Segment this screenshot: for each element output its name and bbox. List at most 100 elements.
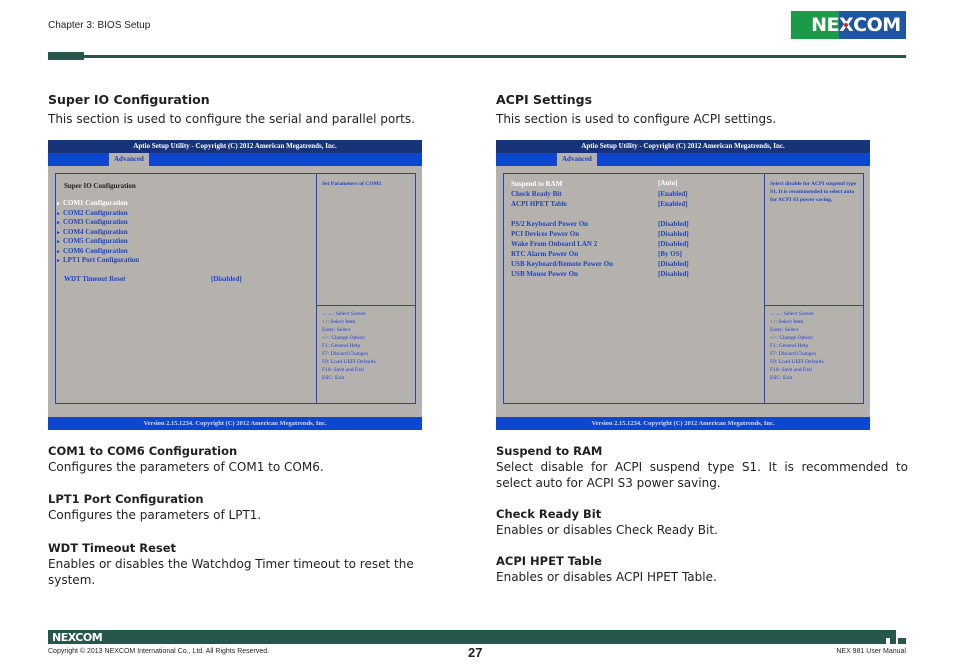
bios-menu-item[interactable]: ► COM6 Configuration xyxy=(56,247,128,255)
bios-setting-label[interactable]: Check Ready Bit xyxy=(511,190,562,198)
bios-menu-item[interactable]: ► COM1 Configuration xyxy=(56,199,128,207)
nexcom-logo: NE XCOM xyxy=(791,11,906,39)
chapter-label: Chapter 3: BIOS Setup xyxy=(48,20,151,31)
key-hint: Enter: Select xyxy=(322,327,351,333)
submenu-arrow-icon: ► xyxy=(56,231,61,236)
bios-menu-bar: Advanced xyxy=(496,153,870,166)
description-wdt: WDT Timeout Reset Enables or disables th… xyxy=(48,541,460,588)
key-hint: →←: Select Screen xyxy=(322,311,366,317)
key-hint: →←: Select Screen xyxy=(770,311,814,317)
bios-setting-value[interactable]: [By OS] xyxy=(658,250,682,258)
bios-setting-label[interactable]: WDT Timeout Reset xyxy=(64,275,125,283)
key-hint: F7: Discard Changes xyxy=(770,351,817,357)
bios-setting-value[interactable]: [Disabled] xyxy=(211,275,242,283)
bios-setting-label[interactable]: USB Mouse Power On xyxy=(511,270,578,278)
description-heading: Suspend to RAM xyxy=(496,444,603,458)
tab-advanced[interactable]: Advanced xyxy=(109,153,149,166)
bios-title-bar: Aptio Setup Utility - Copyright (C) 2012… xyxy=(496,140,870,153)
description-text: Select disable for ACPI suspend type S1.… xyxy=(496,460,908,490)
key-hint: F7: Discard Changes xyxy=(322,351,369,357)
bios-help-panel: Set Parameters of COM1 →←: Select Screen… xyxy=(316,173,416,404)
bios-help-text: Select disable for ACPI suspend type S1.… xyxy=(765,174,863,306)
key-hint: +/-: Change Option xyxy=(770,335,813,341)
bios-setting-value[interactable]: [Disabled] xyxy=(658,220,689,228)
footer-copyright: Copyright © 2013 NEXCOM International Co… xyxy=(48,648,270,655)
bios-setting-label[interactable]: USB Keyboard/Remote Power On xyxy=(511,260,613,268)
description-heading: LPT1 Port Configuration xyxy=(48,492,204,506)
bios-setting-label[interactable]: Wake From Onboard LAN 2 xyxy=(511,240,597,248)
bios-menu-item[interactable]: ► COM3 Configuration xyxy=(56,218,128,226)
bios-main-panel: Suspend to RAM [Auto] Check Ready Bit [E… xyxy=(503,173,765,404)
bios-setting-label[interactable]: Suspend to RAM xyxy=(511,180,562,188)
logo-red-dot xyxy=(844,23,848,27)
bios-screen-acpi: Aptio Setup Utility - Copyright (C) 2012… xyxy=(496,140,870,430)
key-hint: ESC: Exit xyxy=(322,375,345,381)
bios-setting-value[interactable]: [Disabled] xyxy=(658,240,689,248)
section-description: This section is used to configure ACPI s… xyxy=(496,112,777,126)
acpi-section: ACPI Settings This section is used to co… xyxy=(496,92,908,130)
footer-bar xyxy=(48,630,886,644)
bios-setting-label[interactable]: RTC Alarm Power On xyxy=(511,250,578,258)
bios-setting-value[interactable]: [Disabled] xyxy=(658,270,689,278)
description-heading: ACPI HPET Table xyxy=(496,554,602,568)
bios-setting-label[interactable]: PCI Devices Power On xyxy=(511,230,579,238)
bios-menu-bar: Advanced xyxy=(48,153,422,166)
logo-com: XCOM xyxy=(839,11,906,39)
header-block xyxy=(48,52,84,60)
bios-key-legend: →←: Select Screen ↑↓: Select Item Enter:… xyxy=(317,306,415,386)
logo-com-text: COM xyxy=(853,14,901,36)
key-hint: F1: General Help xyxy=(770,343,809,349)
bios-menu-item[interactable]: ► COM5 Configuration xyxy=(56,237,128,245)
bios-setting-value[interactable]: [Disabled] xyxy=(658,230,689,238)
logo-ne: NE xyxy=(791,11,840,39)
key-hint: F1: General Help xyxy=(322,343,361,349)
bios-menu-item[interactable]: ► COM2 Configuration xyxy=(56,209,128,217)
bios-setting-value[interactable]: [Auto] xyxy=(658,179,677,187)
description-acpi-hpet: ACPI HPET Table Enables or disables ACPI… xyxy=(496,554,908,585)
bios-setting-value[interactable]: [Enabled] xyxy=(658,190,688,198)
submenu-arrow-icon: ► xyxy=(56,240,61,245)
section-title: Super IO Configuration xyxy=(48,92,210,107)
bios-setting-value[interactable]: [Disabled] xyxy=(658,260,689,268)
section-description: This section is used to configure the se… xyxy=(48,112,415,126)
manual-title: NEX 981 User Manual xyxy=(836,648,906,655)
page-number: 27 xyxy=(468,645,483,660)
footer-square-decoration xyxy=(890,638,896,644)
submenu-arrow-icon: ► xyxy=(56,212,61,217)
bios-menu-item[interactable]: ► COM4 Configuration xyxy=(56,228,128,236)
submenu-arrow-icon: ► xyxy=(56,259,61,264)
tab-advanced[interactable]: Advanced xyxy=(557,153,597,166)
key-hint: ↑↓: Select Item xyxy=(322,319,356,325)
bios-setting-label[interactable]: PS/2 Keyboard Power On xyxy=(511,220,588,228)
header-rule xyxy=(48,55,906,58)
bios-screen-super-io: Aptio Setup Utility - Copyright (C) 2012… xyxy=(48,140,422,430)
key-hint: F9: Load UEFI Defaults xyxy=(322,359,376,365)
key-hint: ESC: Exit xyxy=(770,375,793,381)
bios-menu-item[interactable]: ► LPT1 Port Configuration xyxy=(56,256,139,264)
description-heading: Check Ready Bit xyxy=(496,507,602,521)
bios-screen-title: Super IO Configuration xyxy=(64,182,136,190)
description-lpt1: LPT1 Port Configuration Configures the p… xyxy=(48,492,460,523)
submenu-arrow-icon: ► xyxy=(56,202,61,207)
description-check-ready-bit: Check Ready Bit Enables or disables Chec… xyxy=(496,507,908,538)
footer-square-decoration xyxy=(898,638,906,644)
bios-footer-bar: Version 2.15.1234. Copyright (C) 2012 Am… xyxy=(496,417,870,430)
bios-footer-bar: Version 2.15.1234. Copyright (C) 2012 Am… xyxy=(48,417,422,430)
bios-help-panel: Select disable for ACPI suspend type S1.… xyxy=(764,173,864,404)
bios-main-panel: Super IO Configuration ► COM1 Configurati… xyxy=(55,173,317,404)
bios-setting-value[interactable]: [Enabled] xyxy=(658,200,688,208)
description-text: Enables or disables the Watchdog Timer t… xyxy=(48,557,414,587)
bios-setting-label[interactable]: ACPI HPET Table xyxy=(511,200,567,208)
key-hint: F10: Save and Exit xyxy=(770,367,813,373)
key-hint: F9: Load UEFI Defaults xyxy=(770,359,824,365)
bios-key-legend: →←: Select Screen ↑↓: Select Item Enter:… xyxy=(765,306,863,386)
submenu-arrow-icon: ► xyxy=(56,250,61,255)
super-io-section: Super IO Configuration This section is u… xyxy=(48,92,460,130)
description-suspend-to-ram: Suspend to RAM Select disable for ACPI s… xyxy=(496,444,908,491)
description-com1-com6: COM1 to COM6 Configuration Configures th… xyxy=(48,444,460,475)
bios-help-text: Set Parameters of COM1 xyxy=(317,174,415,306)
description-text: Configures the parameters of COM1 to COM… xyxy=(48,460,324,474)
key-hint: Enter: Select xyxy=(770,327,799,333)
description-heading: COM1 to COM6 Configuration xyxy=(48,444,238,458)
description-text: Enables or disables ACPI HPET Table. xyxy=(496,570,717,584)
